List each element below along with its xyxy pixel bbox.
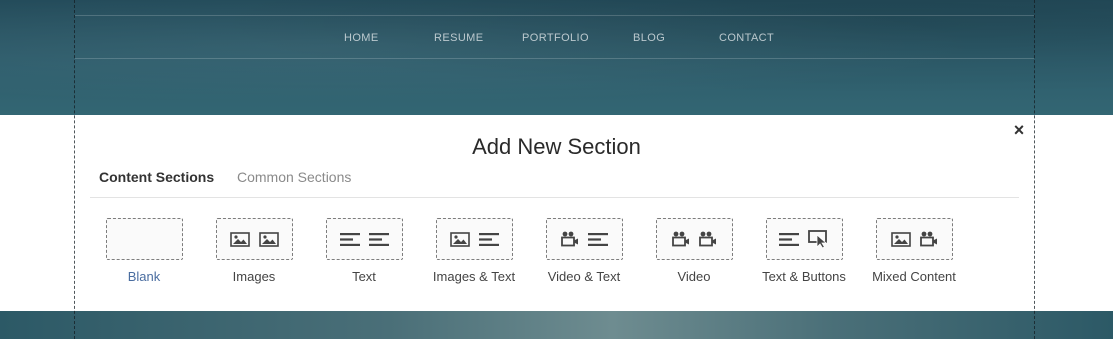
- section-tile-text-buttons[interactable]: Text & Buttons: [749, 218, 859, 288]
- section-tile-label: Mixed Content: [872, 269, 956, 284]
- section-tile-mixed-content[interactable]: Mixed Content: [859, 218, 969, 288]
- tab-content-sections[interactable]: Content Sections: [99, 169, 214, 185]
- nav-item-home[interactable]: HOME: [344, 32, 379, 44]
- image-icon: [891, 231, 911, 247]
- video-camera-icon: [561, 231, 579, 247]
- section-tile-label: Text: [352, 269, 376, 284]
- section-tile-label: Video: [677, 269, 711, 284]
- page-background-bottom: [0, 311, 1113, 339]
- dialog-title: Add New Section: [472, 134, 641, 159]
- nav-item-contact[interactable]: CONTACT: [719, 32, 774, 44]
- image-icon: [230, 231, 250, 247]
- tab-common-sections[interactable]: Common Sections: [237, 169, 351, 185]
- video-camera-icon: [920, 231, 938, 247]
- section-tile-preview[interactable]: [876, 218, 953, 260]
- video-camera-icon: [699, 231, 717, 247]
- nav-item-portfolio[interactable]: PORTFOLIO: [522, 32, 589, 44]
- text-lines-icon: [340, 232, 360, 246]
- section-tile-label: Blank: [127, 269, 161, 284]
- section-tile-text[interactable]: Text: [309, 218, 419, 288]
- close-button[interactable]: ×: [1010, 119, 1028, 141]
- section-tile-preview[interactable]: [326, 218, 403, 260]
- nav-item-resume[interactable]: RESUME: [434, 32, 483, 44]
- button-cursor-icon: [808, 230, 830, 248]
- section-tile-label: Text & Buttons: [762, 269, 846, 284]
- section-tile-preview[interactable]: [766, 218, 843, 260]
- nav-item-blog[interactable]: BLOG: [633, 32, 665, 44]
- section-tile-label: Images: [232, 269, 276, 284]
- layout-guide-left: [74, 0, 75, 339]
- text-lines-icon: [479, 232, 499, 246]
- section-tile-blank[interactable]: Blank: [89, 218, 199, 288]
- section-tile-video[interactable]: Video: [639, 218, 749, 288]
- section-tile-images[interactable]: Images: [199, 218, 309, 288]
- section-tile-preview[interactable]: [436, 218, 513, 260]
- layout-guide-right: [1034, 0, 1035, 339]
- text-lines-icon: [588, 232, 608, 246]
- section-tile-video-text[interactable]: Video & Text: [529, 218, 639, 288]
- text-lines-icon: [779, 232, 799, 246]
- section-tile-preview[interactable]: [546, 218, 623, 260]
- image-icon: [450, 231, 470, 247]
- section-tile-preview[interactable]: [216, 218, 293, 260]
- image-icon: [259, 231, 279, 247]
- section-tile-label: Images & Text: [432, 269, 516, 284]
- section-tile-label: Video & Text: [547, 269, 621, 284]
- video-camera-icon: [672, 231, 690, 247]
- section-tile-preview[interactable]: [656, 218, 733, 260]
- text-lines-icon: [369, 232, 389, 246]
- section-tile-preview[interactable]: [106, 218, 183, 260]
- tab-divider: [90, 197, 1019, 198]
- section-tile-images-text[interactable]: Images & Text: [419, 218, 529, 288]
